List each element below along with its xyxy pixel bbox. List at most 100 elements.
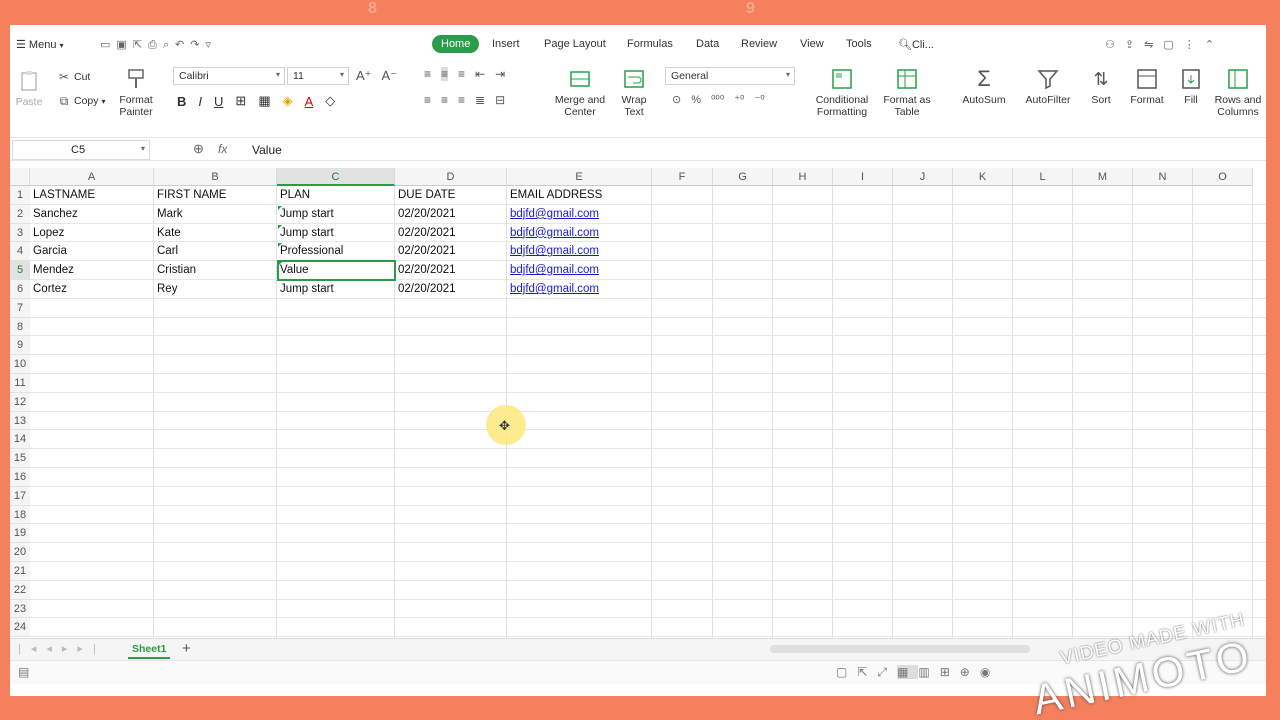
header-cell[interactable]: PLAN [278, 186, 394, 205]
column-header-i[interactable]: I [833, 168, 893, 186]
row-header-13[interactable]: 13 [10, 411, 30, 431]
tab-data[interactable]: Data [696, 38, 719, 50]
align-center-icon[interactable]: ≡ [441, 93, 448, 107]
fill-button[interactable]: Fill [1176, 67, 1206, 106]
tab-review[interactable]: Review [741, 38, 777, 50]
table-cell[interactable]: 02/20/2021 [396, 280, 506, 299]
sort-button[interactable]: ⇅ Sort [1086, 67, 1116, 106]
column-header-k[interactable]: K [953, 168, 1013, 186]
column-header-n[interactable]: N [1133, 168, 1193, 186]
column-header-d[interactable]: D [395, 168, 507, 186]
format-as-table-button[interactable]: Format as Table [880, 67, 934, 118]
align-left-icon[interactable]: ≡ [424, 93, 431, 107]
share-icon[interactable]: ⚇ [1105, 39, 1125, 51]
customize-icon[interactable]: ▿ [205, 39, 217, 51]
row-header-22[interactable]: 22 [10, 580, 30, 600]
column-header-l[interactable]: L [1013, 168, 1073, 186]
table-cell[interactable]: 02/20/2021 [396, 224, 506, 243]
autosum-button[interactable]: Σ AutoSum [956, 67, 1012, 107]
table-cell[interactable]: Sanchez [31, 205, 153, 224]
column-header-e[interactable]: E [507, 168, 652, 186]
distributed-icon[interactable]: ⊟ [495, 93, 505, 107]
worksheet-grid[interactable]: A B C D E F G H I J K L M N O 1 2 3 4 5 6 7 8 9 10 11 12 13 14 15 16 17… [10, 168, 1266, 638]
zoom-icon[interactable]: ⊕ [193, 141, 204, 157]
select-all-corner[interactable] [10, 168, 30, 186]
menu-button[interactable]: ☰ Menu ▾ [16, 38, 64, 51]
indent-decrease-icon[interactable]: ⇤ [475, 67, 485, 81]
table-cell[interactable]: bdjfd@gmail.com [508, 205, 651, 224]
redo-icon[interactable]: ↷ [190, 39, 205, 51]
tab-formulas[interactable]: Formulas [627, 38, 673, 50]
percent-icon[interactable]: % [691, 94, 701, 106]
sheet-nav-icons[interactable]: |◂◂▸▸| [18, 642, 106, 655]
row-header-12[interactable]: 12 [10, 392, 30, 412]
center-icon[interactable]: ⊕ [960, 665, 980, 679]
underline-icon[interactable]: U [214, 94, 223, 109]
header-cell[interactable]: LASTNAME [31, 186, 153, 205]
merge-center-button[interactable]: Merge and Center [552, 67, 608, 118]
row-header-6[interactable]: 6 [10, 280, 30, 299]
row-header-10[interactable]: 10 [10, 355, 30, 374]
row-header-11[interactable]: 11 [10, 374, 30, 393]
indent-increase-icon[interactable]: ⇥ [495, 67, 505, 81]
align-middle-icon[interactable]: ≡ [441, 67, 449, 81]
table-cell[interactable]: bdjfd@gmail.com [508, 261, 651, 280]
align-bottom-icon[interactable]: ≡ [458, 67, 465, 81]
open-icon[interactable]: ▭ [100, 39, 116, 51]
autofilter-button[interactable]: AutoFilter [1019, 67, 1077, 106]
comment-icon[interactable]: ▢ [1163, 39, 1183, 51]
print-icon[interactable]: ⎙ [148, 39, 163, 51]
macro-icon[interactable]: ▤ [18, 665, 29, 679]
bold-icon[interactable]: B [177, 94, 186, 109]
active-cell-selection[interactable] [277, 260, 396, 281]
format-button[interactable]: Format [1124, 67, 1170, 106]
page-break-icon[interactable]: ⊞ [940, 665, 960, 679]
name-box[interactable]: C5 ▾ [12, 140, 150, 160]
tab-view[interactable]: View [800, 38, 824, 50]
row-header-5[interactable]: 5 [10, 261, 30, 280]
column-header-j[interactable]: J [893, 168, 953, 186]
column-header-f[interactable]: F [652, 168, 713, 186]
increase-decimal-icon[interactable]: ⁺⁰ [734, 93, 744, 106]
justify-icon[interactable]: ≣ [475, 93, 485, 107]
save-icon[interactable]: ▣ [116, 39, 132, 51]
table-cell[interactable]: Carl [155, 242, 276, 261]
row-header-8[interactable]: 8 [10, 317, 30, 337]
collapse-icon[interactable]: ⌃ [1205, 39, 1224, 51]
thousands-icon[interactable]: ⁰⁰⁰ [711, 93, 724, 106]
row-header-9[interactable]: 9 [10, 336, 30, 356]
row-header-19[interactable]: 19 [10, 524, 30, 544]
cut-button[interactable]: ✂ Cut [57, 70, 90, 84]
eye-protection-icon[interactable]: ◉ [980, 665, 1000, 679]
print-preview-icon[interactable]: ⌕ [163, 39, 175, 51]
tab-insert[interactable]: Insert [492, 38, 520, 50]
row-header-4[interactable]: 4 [10, 242, 30, 262]
table-cell[interactable]: Rey [155, 280, 276, 299]
column-header-m[interactable]: M [1073, 168, 1133, 186]
sync-icon[interactable]: ⇋ [1144, 39, 1163, 51]
protect-icon[interactable]: ⇱ [857, 665, 877, 679]
column-header-g[interactable]: G [713, 168, 773, 186]
paste-button[interactable]: Paste [14, 69, 44, 108]
column-header-o[interactable]: O [1193, 168, 1253, 186]
row-header-18[interactable]: 18 [10, 505, 30, 525]
column-header-b[interactable]: B [154, 168, 277, 186]
table-cell[interactable]: Cortez [31, 280, 153, 299]
row-header-14[interactable]: 14 [10, 430, 30, 450]
add-sheet-icon[interactable]: + [182, 640, 191, 657]
horizontal-scrollbar[interactable] [770, 645, 1030, 653]
column-header-a[interactable]: A [30, 168, 154, 186]
table-cell[interactable]: Mark [155, 205, 276, 224]
table-cell[interactable]: 02/20/2021 [396, 261, 506, 280]
number-format-select[interactable]: General ▾ [665, 67, 795, 85]
table-cell[interactable]: Jump start [278, 205, 394, 224]
align-right-icon[interactable]: ≡ [458, 93, 465, 107]
column-header-c[interactable]: C [277, 168, 395, 186]
rows-columns-button[interactable]: Rows and Columns [1210, 67, 1266, 118]
table-cell[interactable]: Mendez [31, 261, 153, 280]
conditional-formatting-button[interactable]: Conditional Formatting [810, 67, 874, 118]
row-header-15[interactable]: 15 [10, 449, 30, 468]
fx-icon[interactable]: fx [218, 142, 227, 156]
table-cell[interactable]: Jump start [278, 224, 394, 243]
cell-style-icon[interactable]: ▦ [258, 93, 270, 109]
